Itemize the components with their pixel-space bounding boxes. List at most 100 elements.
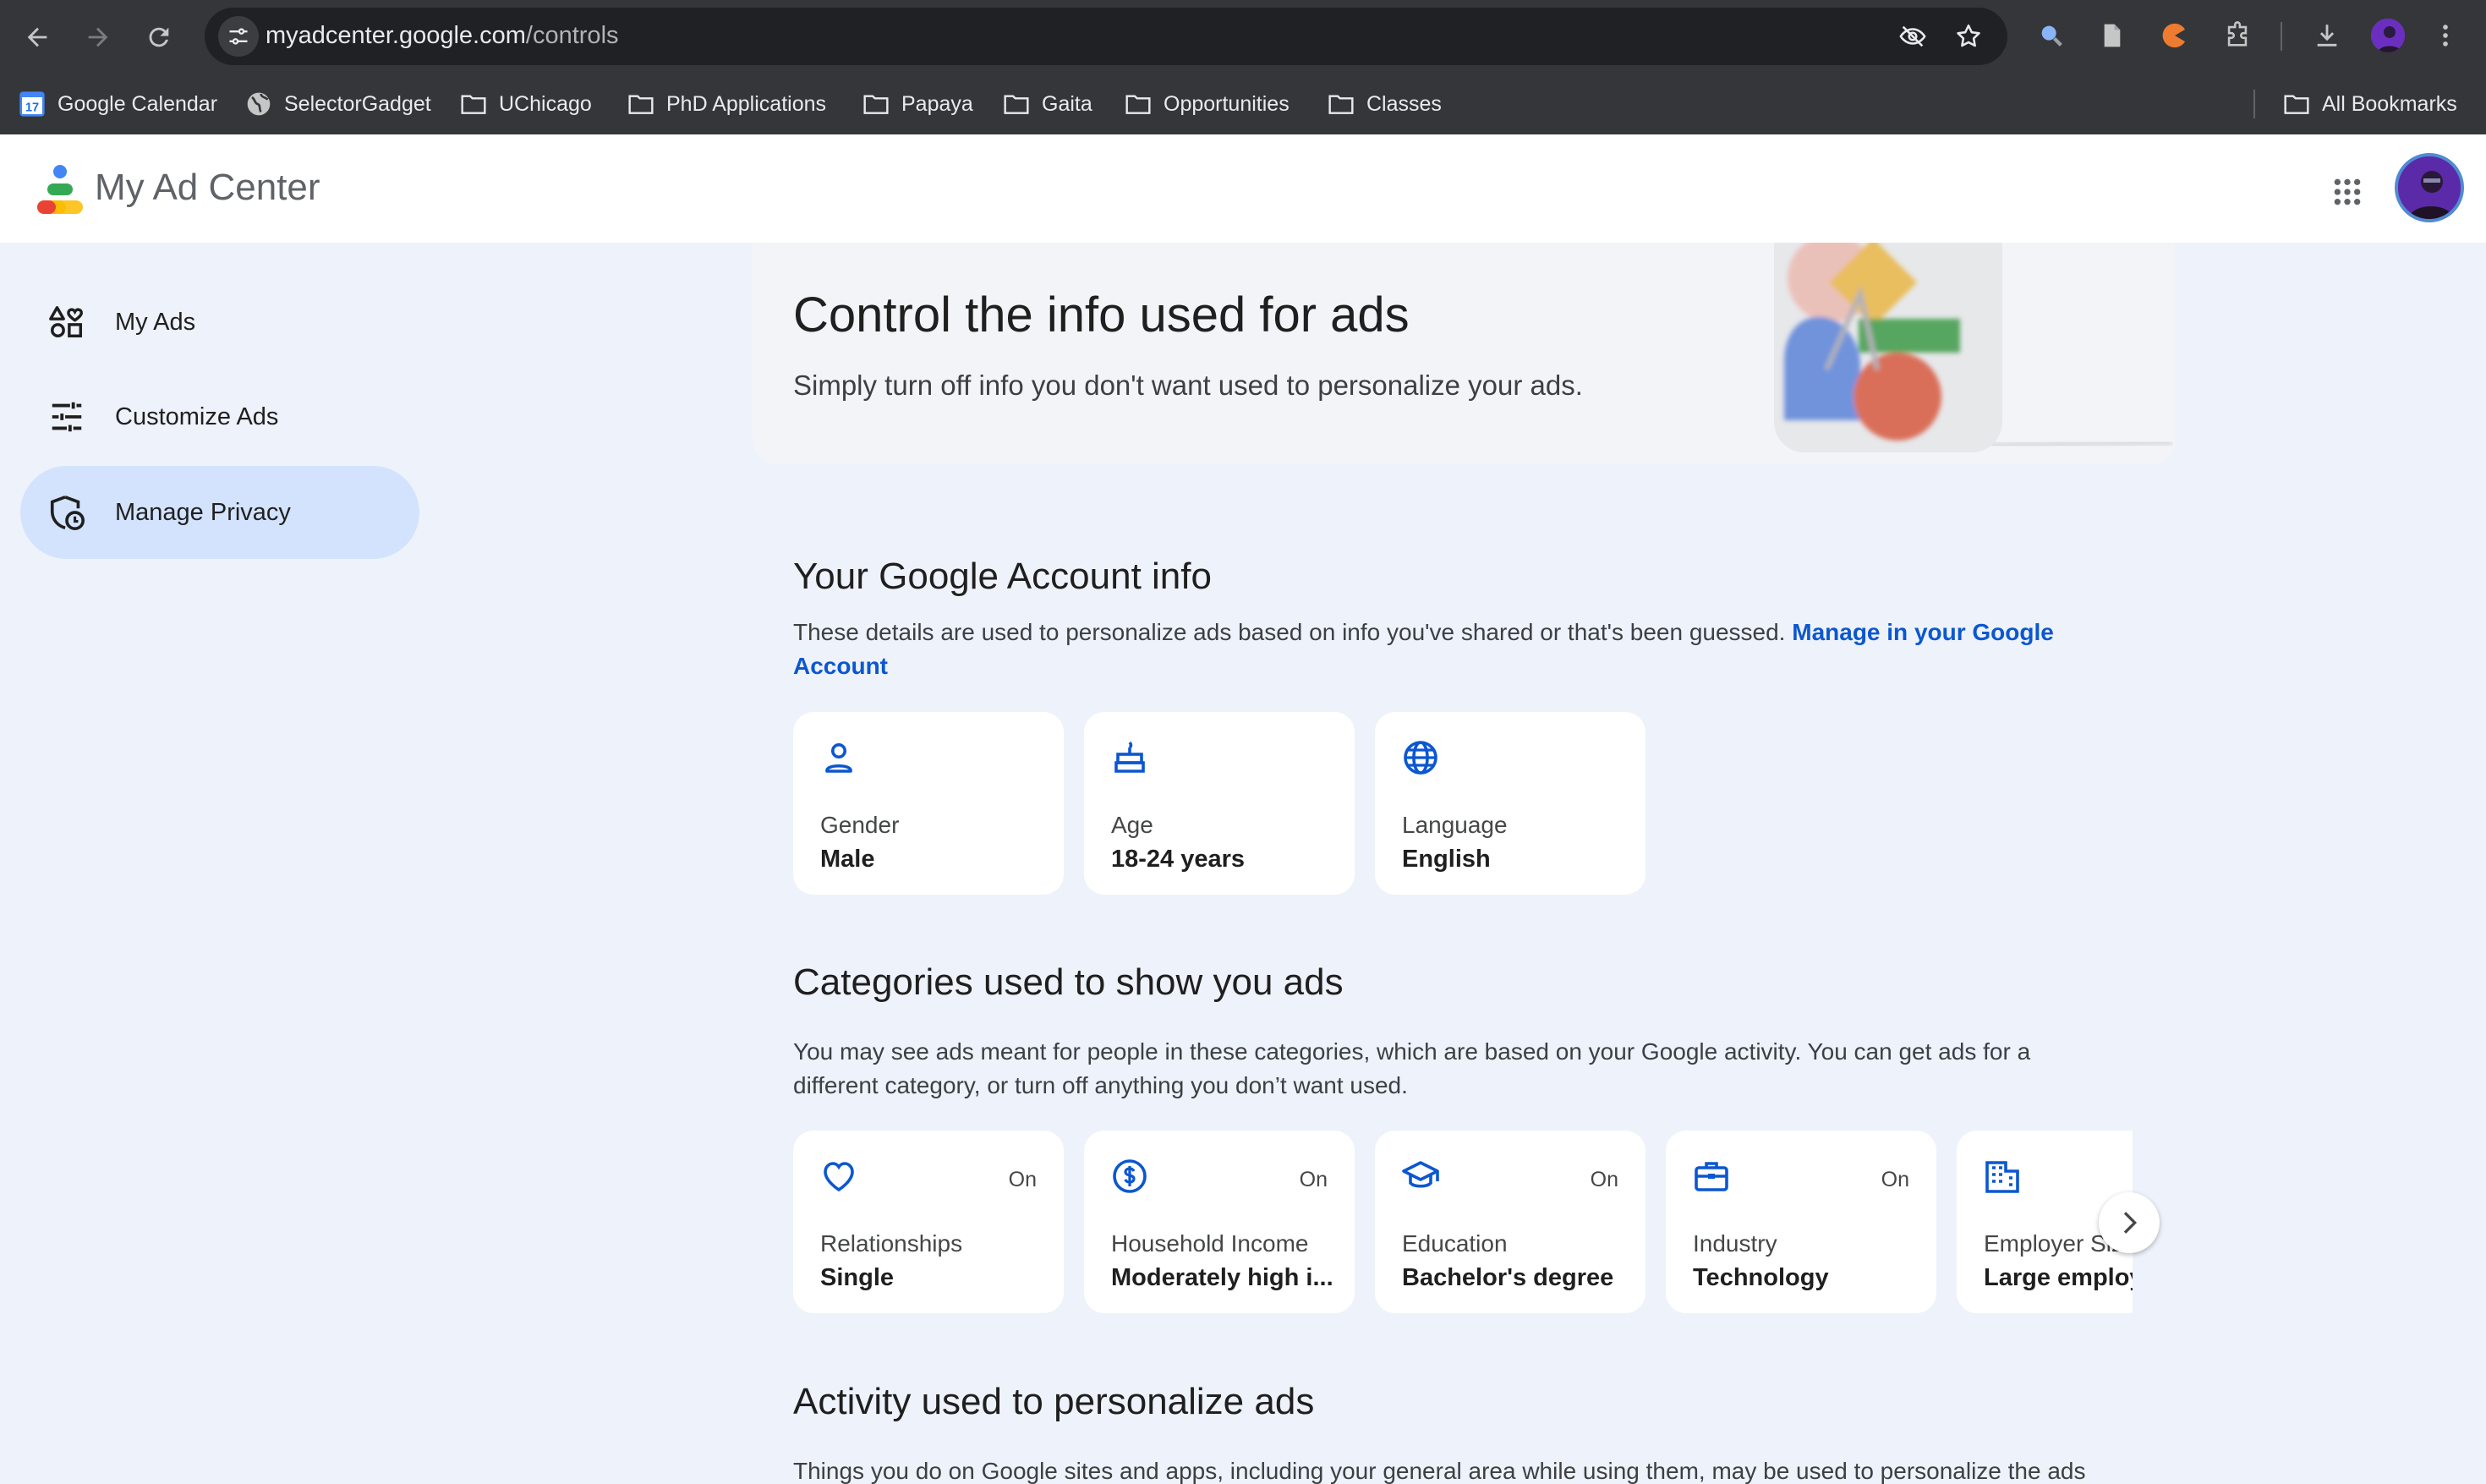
app-title: My Ad Center <box>95 167 320 208</box>
bookmark-uchicago[interactable]: UChicago <box>460 85 592 123</box>
hero-banner: Control the info used for ads Simply tur… <box>753 243 2175 464</box>
arrow-right-icon <box>88 27 108 47</box>
bookmarks-divider <box>2253 90 2255 118</box>
all-bookmarks-button[interactable]: All Bookmarks <box>2283 85 2457 123</box>
card-value: English <box>1402 846 1491 873</box>
browser-toolbar: myadcenter.google.com/controls 17 Google… <box>0 0 2486 134</box>
calendar-icon: 17 <box>19 91 45 117</box>
bookmark-phd-applications[interactable]: PhD Applications <box>627 85 826 123</box>
back-button[interactable] <box>14 14 61 61</box>
more-vert-icon[interactable] <box>2427 17 2464 54</box>
sidebar-label: Customize Ads <box>115 402 279 430</box>
card-value: Bachelor's degree <box>1402 1264 1614 1291</box>
reload-button[interactable] <box>135 14 183 61</box>
eye-off-icon[interactable] <box>1896 19 1930 53</box>
extensions-puzzle-icon[interactable] <box>2219 17 2256 54</box>
status-label: On <box>1299 1168 1328 1191</box>
folder-icon <box>2284 95 2309 114</box>
account-card-age[interactable]: Age 18-24 years <box>1084 712 1355 895</box>
account-info-text: These details are used to personalize ad… <box>793 619 1786 645</box>
hero-illustration <box>1774 243 2173 452</box>
arrow-left-icon <box>27 27 47 47</box>
bookmark-label: Papaya <box>901 91 973 116</box>
bookmark-label: SelectorGadget <box>284 91 431 116</box>
sidebar-item-my-ads[interactable]: My Ads <box>20 276 419 369</box>
person-icon <box>825 743 852 773</box>
card-label: Education <box>1402 1230 1508 1257</box>
sidebar-label: Manage Privacy <box>115 498 291 526</box>
status-label: On <box>1008 1168 1037 1191</box>
forward-button[interactable] <box>74 14 122 61</box>
heart-icon <box>824 1162 854 1192</box>
tune-icon <box>52 402 82 432</box>
globe-icon <box>1404 741 1437 775</box>
category-card-industry[interactable]: On Industry Technology <box>1666 1131 1936 1313</box>
calendar-badge: 17 <box>25 101 39 115</box>
card-label: Gender <box>820 812 900 838</box>
app-header: My Ad Center <box>0 134 2486 243</box>
bookmark-opportunities[interactable]: Opportunities <box>1125 85 1290 123</box>
profile-avatar-small[interactable] <box>2371 19 2405 52</box>
card-label: Industry <box>1693 1230 1777 1257</box>
card-value: 18-24 years <box>1111 846 1246 873</box>
status-label: On <box>1590 1168 1618 1191</box>
sidebar-item-customize-ads[interactable]: Customize Ads <box>20 370 419 463</box>
sidebar-label: My Ads <box>115 308 196 336</box>
bookmark-selectorgadget[interactable]: SelectorGadget <box>245 85 431 123</box>
category-card-household-income[interactable]: On Household Income Moderately high i... <box>1084 1131 1355 1313</box>
bookmark-label: Gaita <box>1042 91 1092 116</box>
toolbar-divider <box>2281 22 2282 51</box>
hero-title: Control the info used for ads <box>793 287 1410 342</box>
site-info-button[interactable] <box>218 16 259 57</box>
carousel-next-button[interactable] <box>2099 1192 2160 1253</box>
card-value: Technology <box>1693 1264 1829 1291</box>
my-ad-center-logo <box>37 165 83 214</box>
folder-icon <box>628 95 654 114</box>
bookmarks-bar: 17 Google Calendar SelectorGadget UChica… <box>0 85 2486 123</box>
cake-icon <box>1114 741 1145 773</box>
bookmark-label: Google Calendar <box>57 91 218 116</box>
hero-subtitle: Simply turn off info you don't want used… <box>793 370 1583 401</box>
globe-icon <box>247 92 271 116</box>
briefcase-icon <box>1695 1162 1728 1191</box>
category-card-education[interactable]: On Education Bachelor's degree <box>1375 1131 1645 1313</box>
url-host: myadcenter.google.com <box>266 22 526 49</box>
my-ads-icon <box>49 306 83 338</box>
category-card-relationships[interactable]: On Relationships Single <box>793 1131 1064 1313</box>
bookmark-label: UChicago <box>499 91 592 116</box>
download-icon[interactable] <box>2308 17 2346 54</box>
extension-search-icon[interactable] <box>2033 17 2070 54</box>
bookmark-star-icon[interactable] <box>1952 19 1985 53</box>
school-icon <box>1402 1161 1439 1188</box>
extension-document-icon[interactable] <box>2094 17 2131 54</box>
sidebar-item-manage-privacy[interactable]: Manage Privacy <box>20 466 419 559</box>
account-card-gender[interactable]: Gender Male <box>793 712 1064 895</box>
bookmark-label: Opportunities <box>1164 91 1290 116</box>
categories-title: Categories used to show you ads <box>793 961 1344 1003</box>
account-card-language[interactable]: Language English <box>1375 712 1645 895</box>
account-avatar[interactable] <box>2395 153 2464 222</box>
extension-pacman-icon[interactable] <box>2156 17 2193 54</box>
dollar-icon <box>1113 1159 1147 1193</box>
chevron-right-icon <box>2123 1212 2138 1234</box>
categories-description: You may see ads meant for people in thes… <box>793 1038 2031 1098</box>
bookmark-google-calendar[interactable]: 17 Google Calendar <box>19 85 217 123</box>
building-icon <box>1985 1161 2019 1193</box>
account-info-title: Your Google Account info <box>793 556 1212 597</box>
google-apps-button[interactable] <box>2324 168 2371 216</box>
url-text: myadcenter.google.com/controls <box>266 22 619 50</box>
address-bar[interactable]: myadcenter.google.com/controls <box>205 8 2007 65</box>
bookmark-classes[interactable]: Classes <box>1328 85 1442 123</box>
apps-grid-icon <box>2334 178 2361 205</box>
card-label: Language <box>1402 812 1508 838</box>
card-label: Household Income <box>1111 1230 1309 1257</box>
bookmark-papaya[interactable]: Papaya <box>862 85 973 123</box>
card-label: Age <box>1111 812 1153 838</box>
folder-icon <box>1125 95 1151 114</box>
bookmark-label: PhD Applications <box>666 91 827 116</box>
tune-icon <box>229 28 248 45</box>
activity-title: Activity used to personalize ads <box>793 1381 1315 1422</box>
bookmark-gaita[interactable]: Gaita <box>1003 85 1092 123</box>
card-value: Moderately high i... <box>1111 1264 1333 1291</box>
reload-icon <box>149 27 169 47</box>
